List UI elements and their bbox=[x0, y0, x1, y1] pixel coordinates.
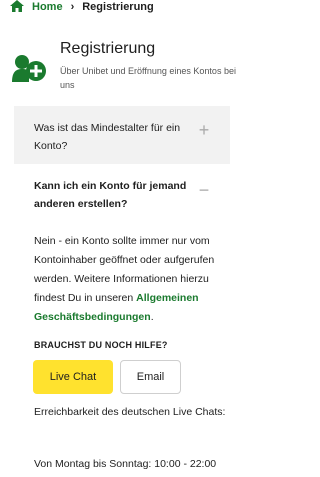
user-plus-icon bbox=[12, 55, 46, 82]
live-chat-button[interactable]: Live Chat bbox=[33, 360, 113, 394]
page-title: Registrierung bbox=[60, 40, 156, 57]
breadcrumb-current: Registrierung bbox=[82, 1, 154, 13]
page-subtitle: Über Unibet und Eröffnung eines Kontos b… bbox=[60, 66, 236, 90]
availability-text: Erreichbarkeit des deutschen Live Chats: bbox=[34, 406, 226, 418]
faq-item[interactable]: Was ist das Mindestalter für ein Konto? … bbox=[14, 106, 230, 164]
hours-text: Von Montag bis Sonntag: 10:00 - 22:00 bbox=[34, 458, 217, 470]
faq-question[interactable]: Was ist das Mindestalter für ein Konto? bbox=[34, 119, 184, 155]
home-icon[interactable] bbox=[10, 0, 24, 12]
chevron-right-icon: › bbox=[70, 1, 75, 13]
faq-question[interactable]: Kann ich ein Konto für jemand anderen er… bbox=[34, 177, 194, 213]
faq-answer-end: . bbox=[150, 311, 154, 323]
faq-answer: Nein - ein Konto sollte immer nur vom Ko… bbox=[34, 232, 216, 327]
help-heading: BRAUCHST DU NOCH HILFE? bbox=[34, 340, 168, 350]
collapse-minus-icon[interactable]: − bbox=[198, 181, 210, 199]
breadcrumb: Home › Registrierung bbox=[10, 0, 154, 14]
email-button[interactable]: Email bbox=[120, 360, 181, 394]
expand-plus-icon[interactable]: + bbox=[198, 121, 210, 139]
breadcrumb-home-link[interactable]: Home bbox=[32, 1, 63, 13]
